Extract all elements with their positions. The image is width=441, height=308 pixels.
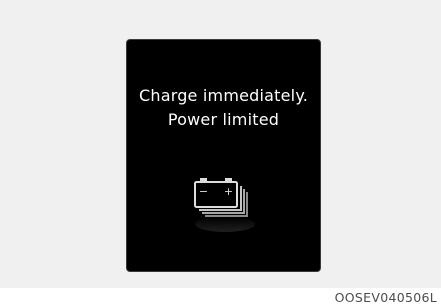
cluster-display: Charge immediately. Power limited − + <box>126 39 321 272</box>
illustration-frame: Charge immediately. Power limited − + <box>0 0 441 288</box>
figure-code: OOSEV040506L <box>334 290 437 305</box>
battery-warning-icon: − + <box>194 178 255 232</box>
warning-message: Charge immediately. Power limited <box>127 84 320 132</box>
minus-sign: − <box>199 185 208 198</box>
warning-line-2: Power limited <box>167 110 280 129</box>
plus-sign: + <box>224 185 233 198</box>
warning-line-1: Charge immediately. <box>138 86 308 105</box>
